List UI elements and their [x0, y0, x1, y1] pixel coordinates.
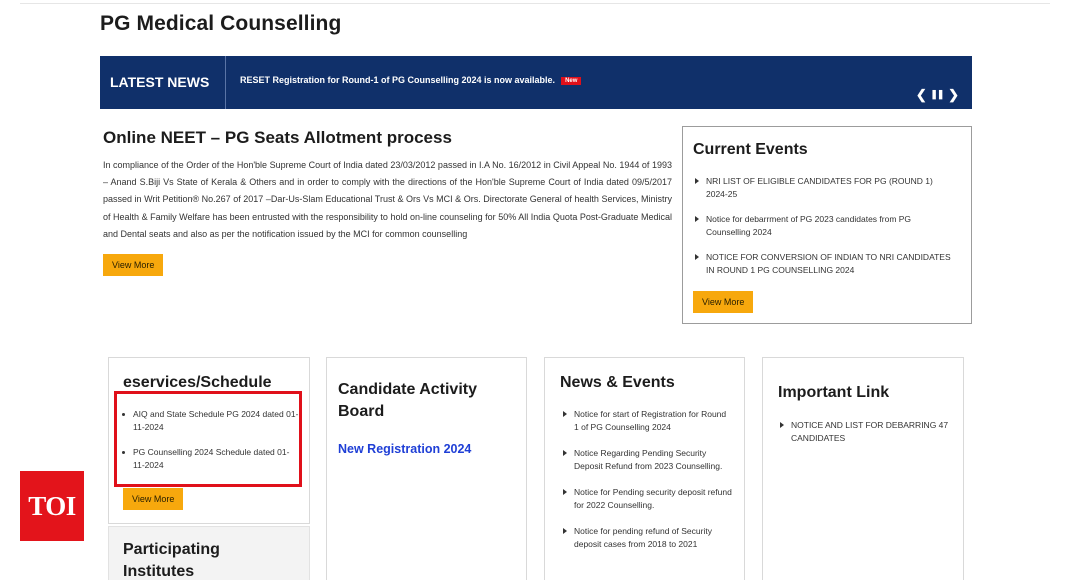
news-events-card: News & Events Notice for start of Regist…	[544, 357, 745, 580]
new-registration-link[interactable]: New Registration 2024	[338, 442, 471, 456]
news-event-item[interactable]: Notice for Pending security deposit refu…	[561, 486, 733, 512]
latest-news-bar: LATEST NEWS RESET Registration for Round…	[100, 56, 972, 109]
allotment-title: Online NEET – PG Seats Allotment process	[103, 128, 452, 147]
pause-icon[interactable]: ❚❚	[930, 89, 944, 100]
news-events-list: Notice for start of Registration for Rou…	[561, 408, 733, 551]
new-badge: New	[561, 77, 582, 85]
top-divider	[20, 3, 1050, 4]
candidate-activity-card: Candidate Activity Board New Registratio…	[326, 357, 527, 580]
important-link-item[interactable]: NOTICE AND LIST FOR DEBARRING 47 CANDIDA…	[778, 419, 953, 445]
important-link-title: Important Link	[778, 384, 890, 401]
news-events-title: News & Events	[560, 374, 675, 391]
important-link-card: Important Link NOTICE AND LIST FOR DEBAR…	[762, 357, 964, 580]
participating-institutes-card[interactable]: Participating Institutes	[108, 526, 310, 580]
participating-institutes-title: Participating Institutes	[123, 541, 220, 580]
allotment-description: In compliance of the Order of the Hon'bl…	[103, 160, 672, 239]
page-title: PG Medical Counselling	[100, 12, 342, 35]
current-event-item[interactable]: Notice for debarrment of PG 2023 candida…	[693, 213, 955, 239]
current-events-list: NRI LIST OF ELIGIBLE CANDIDATES FOR PG (…	[693, 175, 955, 277]
latest-news-label: LATEST NEWS	[100, 56, 226, 109]
news-event-item[interactable]: Notice Regarding Pending Security Deposi…	[561, 447, 733, 473]
current-events-view-more-button[interactable]: View More	[693, 291, 754, 313]
news-event-item[interactable]: Notice for pending refund of Security de…	[561, 525, 733, 551]
allotment-view-more-button[interactable]: View More	[103, 254, 164, 276]
news-event-item[interactable]: Notice for start of Registration for Rou…	[561, 408, 733, 434]
current-events-panel: Current Events NRI LIST OF ELIGIBLE CAND…	[682, 126, 972, 324]
current-event-item[interactable]: NOTICE FOR CONVERSION OF INDIAN TO NRI C…	[693, 251, 955, 277]
chevron-left-icon[interactable]: ❮	[916, 87, 927, 103]
important-link-list: NOTICE AND LIST FOR DEBARRING 47 CANDIDA…	[778, 419, 953, 445]
current-event-item[interactable]: NRI LIST OF ELIGIBLE CANDIDATES FOR PG (…	[693, 175, 955, 201]
highlight-annotation-box	[114, 391, 302, 487]
ticker-controls: ❮ ❚❚ ❯	[916, 87, 959, 103]
eservices-view-more-button[interactable]: View More	[123, 488, 184, 510]
candidate-activity-title: Candidate Activity Board	[338, 381, 477, 420]
current-events-title: Current Events	[693, 141, 808, 158]
toi-logo: TOI	[20, 471, 84, 541]
chevron-right-icon[interactable]: ❯	[948, 87, 959, 103]
news-ticker[interactable]: RESET Registration for Round-1 of PG Cou…	[240, 75, 582, 85]
news-ticker-text[interactable]: RESET Registration for Round-1 of PG Cou…	[240, 75, 555, 85]
